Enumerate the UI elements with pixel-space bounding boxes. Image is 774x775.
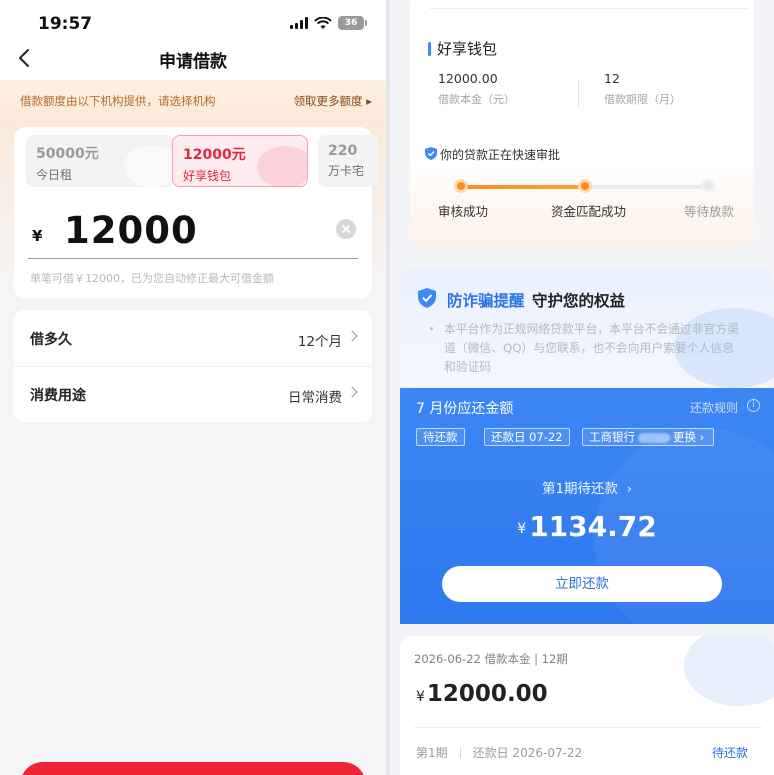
repayment-rules-link[interactable]: 还款规则	[690, 399, 738, 416]
step-dot-done	[454, 179, 468, 193]
fraud-title: 防诈骗提醒	[447, 292, 525, 310]
loan-term-row[interactable]: 借多久 12个月	[14, 310, 372, 366]
anti-fraud-card: 防诈骗提醒 守护您的权益 本平台作为正规网络贷款平台，本平台不会通过非官方渠道（…	[400, 268, 774, 388]
clear-icon[interactable]	[336, 219, 356, 239]
title-accent-bar	[428, 42, 431, 56]
change-bank-link[interactable]: 更换 ›	[673, 430, 704, 444]
term-value: 12	[604, 71, 620, 86]
signal-icon	[290, 17, 308, 29]
approval-progress-fill	[460, 185, 585, 189]
currency-symbol: ¥	[517, 521, 527, 537]
principal-amount: 12000.00	[426, 681, 548, 707]
divider	[14, 366, 372, 367]
approval-title: 你的贷款正在快速审批	[440, 148, 561, 162]
page-title: 申请借款	[159, 52, 227, 72]
more-quota-link[interactable]: 领取更多额度 ▸	[294, 93, 372, 109]
submit-loan-button[interactable]	[20, 762, 366, 775]
bank-name: 工商银行	[589, 430, 635, 444]
step-label: 资金匹配成功	[551, 204, 627, 219]
loan-purpose-row[interactable]: 消费用途 日常消费	[14, 366, 372, 422]
screenshot-composite: 19:57 36 申请借款 借款额度由以下机构提供，请选择机构 领取更多额度 ▸…	[0, 0, 774, 775]
notice-text: 借款额度由以下机构提供，请选择机构	[20, 94, 216, 108]
input-underline	[28, 258, 358, 259]
institution-name: 万卡宅	[328, 164, 365, 178]
divider	[414, 727, 762, 728]
product-name: 好享钱包	[437, 40, 498, 58]
fraud-body: 本平台作为正规网络贷款平台，本平台不会通过非官方渠道（微信、QQ）与您联系，也不…	[444, 322, 739, 374]
loan-purpose-label: 消费用途	[30, 388, 86, 404]
due-amount-value: 1134.72	[529, 510, 657, 543]
loan-status-screen: 好享钱包 12000.00 借款本金（元） 12 借款期限（月） 你的贷款正在快…	[390, 0, 774, 775]
term-label: 借款期限（月）	[604, 93, 681, 106]
bill-title: 7 月份应还金额	[416, 401, 514, 417]
loan-term-value: 12个月	[297, 334, 342, 350]
loan-purpose-value: 日常消费	[288, 390, 342, 406]
shield-check-icon	[418, 288, 436, 308]
fraud-subtitle: 守护您的权益	[532, 292, 626, 310]
loan-term-label: 借多久	[30, 332, 72, 348]
status-time: 19:57	[38, 14, 93, 34]
due-date: 还款日 2026-07-22	[472, 746, 583, 760]
currency-symbol: ¥	[32, 227, 43, 245]
period-due-link[interactable]: 第1期待还款 ›	[400, 477, 774, 497]
due-date-badge: 还款日 07-22	[484, 428, 570, 446]
period-number: 第1期	[416, 746, 448, 760]
battery-icon: 36	[338, 16, 367, 30]
institution-option[interactable]: 220 万卡宅	[318, 135, 378, 187]
repay-now-button[interactable]: 立即还款	[442, 566, 722, 602]
status-badge: 待还款	[416, 428, 465, 446]
nav-bar: 申请借款	[0, 36, 386, 80]
stat-separator	[578, 80, 579, 106]
loan-principal: ¥12000.00	[416, 681, 548, 707]
step-label: 审核成功	[438, 204, 489, 219]
institution-option-selected[interactable]: 12000元 好享钱包	[172, 135, 308, 187]
wifi-icon	[314, 16, 332, 29]
loan-meta: 2026-06-22 借款本金 | 12期	[414, 652, 568, 666]
bullet-dot	[430, 327, 433, 330]
loan-amount-card: 50000元 今日租 12000元 好享钱包 220 万卡宅 ¥ 12000 单…	[14, 127, 378, 299]
chevron-right-icon	[346, 386, 358, 398]
institution-amount: 220	[328, 143, 358, 159]
masked-card-number	[638, 432, 670, 443]
divider	[430, 8, 748, 9]
step-label: 等待放款	[684, 204, 735, 219]
institution-notice: 借款额度由以下机构提供，请选择机构 领取更多额度 ▸	[0, 80, 386, 120]
shield-check-icon	[425, 147, 437, 160]
status-icons: 36	[290, 16, 367, 30]
loan-product-card: 好享钱包 12000.00 借款本金（元） 12 借款期限（月） 你的贷款正在快…	[410, 0, 754, 246]
chevron-right-icon	[346, 330, 358, 342]
loan-application-screen: 19:57 36 申请借款 借款额度由以下机构提供，请选择机构 领取更多额度 ▸…	[0, 0, 386, 775]
step-dot-pending	[701, 179, 715, 193]
loan-amount-input[interactable]: 12000	[64, 209, 198, 252]
loan-record-card[interactable]: 2026-06-22 借款本金 | 12期 ¥12000.00 第1期 还款日 2…	[400, 636, 774, 775]
info-icon[interactable]: i	[747, 399, 760, 412]
period-row: 第1期 还款日 2026-07-22	[416, 744, 582, 761]
amount-hint: 单笔可借￥12000，已为您自动修正最大可借金额	[30, 272, 274, 285]
bank-card-selector[interactable]: 工商银行 更换 ›	[582, 428, 714, 446]
principal-value: 12000.00	[438, 71, 498, 86]
repayment-status: 待还款	[711, 746, 748, 760]
repayment-card: 7 月份应还金额 还款规则 i 待还款 还款日 07-22 工商银行 更换 › 第…	[400, 388, 774, 624]
step-dot-done	[578, 179, 592, 193]
due-amount: ¥1134.72	[400, 510, 774, 543]
period-due-label: 第1期待还款	[541, 481, 619, 497]
institution-option[interactable]: 50000元 今日租	[26, 135, 174, 187]
currency-symbol: ¥	[416, 689, 425, 705]
chevron-right-icon: ›	[626, 481, 633, 497]
principal-label: 借款本金（元）	[438, 93, 515, 106]
